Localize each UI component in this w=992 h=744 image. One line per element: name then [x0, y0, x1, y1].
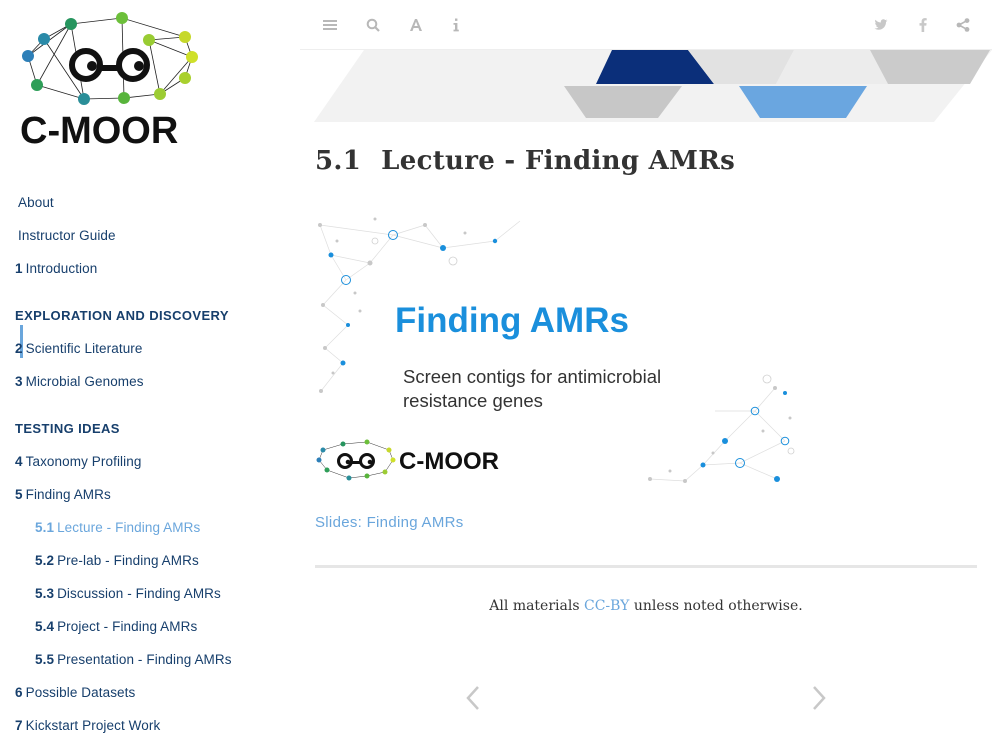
sidebar-item-introduction[interactable]: 1 Introduction: [15, 261, 97, 276]
license-link[interactable]: CC-BY: [584, 598, 629, 614]
sidebar-item-label: Kickstart Project Work: [25, 718, 161, 733]
sidebar-item-scientific-literature[interactable]: 2 Scientific Literature: [15, 341, 143, 356]
c-moor-logo[interactable]: C-MOOR: [14, 10, 210, 155]
sidebar-item-number: 7: [15, 718, 23, 733]
sidebar-item-instructor-guide[interactable]: Instructor Guide: [15, 228, 116, 243]
sidebar-item-label: Finding AMRs: [25, 487, 111, 502]
footer-suffix: unless noted otherwise.: [629, 598, 803, 614]
header-banner: [314, 50, 992, 122]
sidebar-item-about[interactable]: About: [15, 195, 54, 210]
slide-subtitle: Screen contigs for antimicrobial resista…: [403, 366, 662, 411]
sidebar-item-number: 5.5: [35, 652, 55, 667]
sidebar-item-number: 5.1: [35, 520, 55, 535]
sidebar-item-label: Scientific Literature: [25, 341, 143, 356]
font-icon[interactable]: [406, 15, 426, 35]
sidebar-item-label: Possible Datasets: [25, 685, 136, 700]
facebook-icon[interactable]: [913, 15, 933, 35]
sidebar-item-number: 5: [15, 487, 23, 502]
page-title-text: Lecture - Finding AMRs: [381, 146, 736, 176]
sidebar: C-MOOR About Instructor Guide 1 Introduct…: [0, 0, 300, 744]
sidebar-item-taxonomy-profiling[interactable]: 4 Taxonomy Profiling: [15, 454, 141, 469]
sidebar-item-lecture-finding-amrs[interactable]: 5.1 Lecture - Finding AMRs: [35, 520, 200, 535]
sidebar-item-label: Introduction: [25, 261, 98, 276]
share-icon[interactable]: [953, 15, 973, 35]
slide-image: Finding AMRs Screen contigs for antimicr…: [315, 213, 795, 491]
sidebar-item-number: 2: [15, 341, 23, 356]
sidebar-item-number: 3: [15, 374, 23, 389]
sidebar-item-number: 5.2: [35, 553, 55, 568]
menu-icon[interactable]: [320, 15, 340, 35]
sidebar-item-label: Microbial Genomes: [25, 374, 144, 389]
sidebar-item-number: 5.4: [35, 619, 55, 634]
sidebar-item-prelab-finding-amrs[interactable]: 5.2 Pre-lab - Finding AMRs: [35, 553, 199, 568]
sidebar-item-discussion-finding-amrs[interactable]: 5.3 Discussion - Finding AMRs: [35, 586, 221, 601]
logo-text: C-MOOR: [20, 110, 178, 152]
slide-logo-graphic: [316, 439, 396, 481]
sidebar-item-number: 4: [15, 454, 23, 469]
sidebar-item-project-finding-amrs[interactable]: 5.4 Project - Finding AMRs: [35, 619, 197, 634]
sidebar-item-number: 1: [15, 261, 23, 276]
next-page-icon[interactable]: [806, 684, 830, 712]
sidebar-section-header: TESTING IDEAS: [15, 421, 120, 436]
license-footer: All materials CC-BY unless noted otherwi…: [315, 598, 977, 614]
sidebar-item-label: Lecture - Finding AMRs: [57, 520, 201, 535]
sidebar-item-label: Discussion - Finding AMRs: [57, 586, 221, 601]
sidebar-item-label: Presentation - Finding AMRs: [57, 652, 232, 667]
slides-link[interactable]: Slides: Finding AMRs: [315, 514, 464, 531]
previous-page-icon[interactable]: [462, 684, 486, 712]
sidebar-item-microbial-genomes[interactable]: 3 Microbial Genomes: [15, 374, 144, 389]
sidebar-item-number: 6: [15, 685, 23, 700]
divider: [315, 565, 977, 568]
sidebar-item-number: 5.3: [35, 586, 55, 601]
sidebar-item-label: Project - Finding AMRs: [57, 619, 198, 634]
sidebar-item-finding-amrs[interactable]: 5 Finding AMRs: [15, 487, 111, 502]
slide-brand-text: C-MOOR: [399, 448, 499, 475]
sidebar-section-header: EXPLORATION AND DISCOVERY: [15, 308, 229, 323]
sidebar-item-kickstart-project-work[interactable]: 7 Kickstart Project Work: [15, 718, 160, 733]
page-title: 5.1 Lecture - Finding AMRs: [315, 146, 735, 176]
search-icon[interactable]: [363, 15, 383, 35]
sidebar-item-label: Taxonomy Profiling: [25, 454, 142, 469]
info-icon[interactable]: [446, 15, 466, 35]
sidebar-item-label: Instructor Guide: [18, 228, 116, 243]
sidebar-item-possible-datasets[interactable]: 6 Possible Datasets: [15, 685, 135, 700]
section-number: 5.1: [315, 146, 362, 176]
top-toolbar: [300, 0, 992, 50]
sidebar-item-label: About: [18, 195, 54, 210]
twitter-icon[interactable]: [871, 15, 891, 35]
sidebar-item-label: Pre-lab - Finding AMRs: [57, 553, 199, 568]
sidebar-item-presentation-finding-amrs[interactable]: 5.5 Presentation - Finding AMRs: [35, 652, 232, 667]
slide-title: Finding AMRs: [395, 301, 629, 340]
footer-prefix: All materials: [489, 598, 584, 614]
